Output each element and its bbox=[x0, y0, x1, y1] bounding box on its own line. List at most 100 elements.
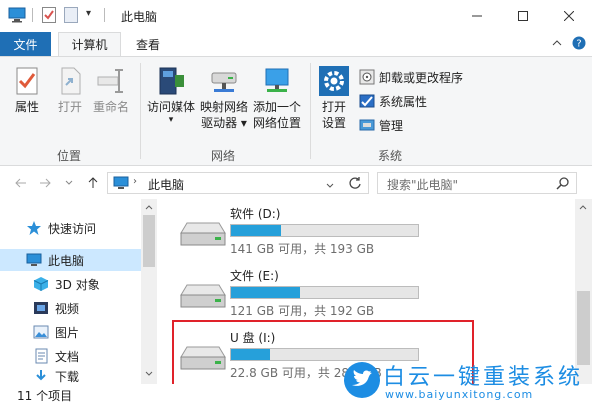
nav-item-label: 下载 bbox=[55, 370, 80, 384]
navpane-scroll-thumb[interactable] bbox=[143, 215, 155, 267]
drive-space-info: 121 GB 可用，共 192 GB bbox=[230, 304, 375, 318]
location-group-label: 位置 bbox=[57, 149, 82, 163]
chevron-down-icon bbox=[65, 180, 73, 185]
arrow-up-icon bbox=[88, 177, 98, 188]
ribbon: 属性 打开 重命名 位置 访问媒体 ▾ 映射网络 驱动器 ▾ 添加一个 网络位置… bbox=[0, 56, 592, 166]
qat-dropdown-icon[interactable]: ▾ bbox=[86, 8, 91, 19]
add-network-location-label-2: 网络位置 bbox=[252, 116, 301, 130]
map-network-drive-button[interactable]: 映射网络 驱动器 ▾ bbox=[198, 65, 250, 131]
watermark: 白云一键重装系统 www.baiyunxitong.com bbox=[343, 357, 583, 403]
title-separator bbox=[32, 8, 33, 22]
nav-item-videos[interactable]: 视频 bbox=[0, 297, 141, 319]
manage-label: 管理 bbox=[379, 118, 404, 133]
nav-item-3d-objects[interactable]: 3D 对象 bbox=[0, 273, 141, 295]
nav-item-downloads[interactable]: 下载 bbox=[0, 369, 141, 384]
maximize-button[interactable] bbox=[500, 0, 546, 31]
nav-item-label: 视频 bbox=[55, 301, 80, 316]
scroll-up-icon[interactable] bbox=[579, 205, 587, 210]
open-settings-button[interactable]: 打开 设置 bbox=[315, 65, 353, 131]
picture-icon bbox=[33, 325, 49, 339]
open-icon bbox=[61, 67, 81, 95]
uninstall-program-label: 卸载或更改程序 bbox=[379, 70, 464, 85]
svg-text:?: ? bbox=[576, 39, 581, 50]
new-folder-qat-icon[interactable] bbox=[64, 7, 78, 23]
close-button[interactable] bbox=[546, 0, 592, 31]
system-properties-icon bbox=[359, 94, 375, 108]
manage-icon bbox=[359, 119, 375, 131]
network-group-label: 网络 bbox=[211, 149, 236, 163]
open-label: 打开 bbox=[57, 100, 82, 114]
add-network-location-button[interactable]: 添加一个 网络位置 bbox=[250, 65, 304, 131]
download-icon bbox=[36, 369, 46, 380]
access-media-dropdown-icon: ▾ bbox=[168, 115, 174, 125]
minimize-icon bbox=[472, 15, 482, 16]
rename-icon bbox=[97, 69, 123, 93]
properties-qat-icon[interactable] bbox=[42, 7, 56, 23]
collapse-ribbon-button[interactable] bbox=[550, 36, 564, 50]
address-bar[interactable]: › 此电脑 bbox=[107, 172, 369, 194]
nav-item-this-pc[interactable]: 此电脑 bbox=[0, 249, 141, 271]
chevron-down-icon bbox=[326, 183, 334, 188]
open-settings-label-1: 打开 bbox=[321, 100, 346, 114]
scroll-down-icon[interactable] bbox=[145, 371, 153, 376]
address-dropdown-button[interactable] bbox=[326, 178, 334, 192]
properties-label: 属性 bbox=[14, 100, 39, 114]
drive-item-d[interactable]: 软件 (D:) 141 GB 可用，共 193 GB bbox=[157, 199, 567, 259]
this-pc-icon[interactable] bbox=[8, 7, 26, 23]
tab-file[interactable]: 文件 bbox=[0, 32, 51, 56]
forward-button[interactable] bbox=[37, 175, 53, 191]
address-row: › 此电脑 搜索"此电脑" bbox=[0, 167, 592, 199]
nav-item-documents[interactable]: 文档 bbox=[0, 345, 141, 367]
open-button[interactable]: 打开 bbox=[52, 65, 88, 115]
breadcrumb-this-pc[interactable]: 此电脑 bbox=[148, 176, 184, 193]
twitter-bird-logo-icon bbox=[344, 362, 380, 398]
refresh-button[interactable] bbox=[348, 176, 362, 193]
hard-drive-icon bbox=[180, 284, 226, 308]
properties-icon bbox=[16, 67, 38, 95]
drive-usage-bar bbox=[230, 286, 419, 299]
drive-space-info: 141 GB 可用，共 193 GB bbox=[230, 242, 375, 256]
system-properties-label: 系统属性 bbox=[379, 94, 428, 109]
nav-item-quick-access[interactable]: 快速访问 bbox=[0, 217, 141, 239]
scroll-up-icon[interactable] bbox=[145, 205, 153, 210]
film-icon bbox=[34, 302, 48, 314]
system-properties-button[interactable]: 系统属性 bbox=[359, 92, 427, 110]
tab-view[interactable]: 查看 bbox=[126, 32, 170, 56]
navpane-scrollbar[interactable] bbox=[141, 199, 157, 384]
search-icon[interactable] bbox=[556, 176, 570, 190]
nav-item-label: 此电脑 bbox=[48, 253, 85, 268]
rename-label: 重命名 bbox=[92, 100, 129, 114]
rename-button[interactable]: 重命名 bbox=[90, 65, 132, 115]
drive-usage-bar bbox=[230, 224, 419, 237]
hard-drive-icon bbox=[180, 222, 226, 246]
tab-computer[interactable]: 计算机 bbox=[58, 32, 121, 56]
search-box[interactable]: 搜索"此电脑" bbox=[377, 172, 577, 194]
content-scroll-thumb[interactable] bbox=[577, 291, 590, 365]
help-button[interactable]: ? bbox=[572, 36, 586, 50]
up-button[interactable] bbox=[85, 175, 101, 191]
navigation-pane: 快速访问 此电脑 3D 对象 视频 图片 文档 下载 bbox=[0, 199, 157, 384]
title-bar: ▾ 此电脑 bbox=[0, 0, 592, 31]
nav-item-label: 图片 bbox=[55, 325, 80, 340]
this-pc-icon bbox=[26, 253, 42, 266]
access-media-button[interactable]: 访问媒体 ▾ bbox=[144, 65, 198, 125]
manage-button[interactable]: 管理 bbox=[359, 116, 403, 134]
drive-item-e[interactable]: 文件 (E:) 121 GB 可用，共 192 GB bbox=[157, 261, 567, 321]
nav-item-label: 快速访问 bbox=[48, 221, 97, 236]
uninstall-program-button[interactable]: 卸载或更改程序 bbox=[359, 68, 463, 86]
recent-locations-button[interactable] bbox=[61, 175, 77, 191]
access-media-icon bbox=[159, 67, 184, 95]
minimize-button[interactable] bbox=[454, 0, 500, 31]
ribbon-tabs: 文件 计算机 查看 ? bbox=[0, 31, 592, 56]
drive-usage-fill bbox=[231, 225, 282, 236]
back-button[interactable] bbox=[13, 175, 29, 191]
item-count: 11 个项目 bbox=[17, 389, 73, 403]
arrow-left-icon bbox=[15, 178, 26, 188]
map-network-drive-label-2-text: 驱动器 bbox=[201, 116, 238, 130]
drive-name: 文件 (E:) bbox=[230, 269, 279, 283]
access-media-label: 访问媒体 bbox=[146, 100, 195, 114]
close-icon bbox=[564, 10, 574, 21]
nav-item-pictures[interactable]: 图片 bbox=[0, 321, 141, 343]
properties-button[interactable]: 属性 bbox=[9, 65, 45, 115]
map-network-drive-icon bbox=[211, 72, 237, 92]
